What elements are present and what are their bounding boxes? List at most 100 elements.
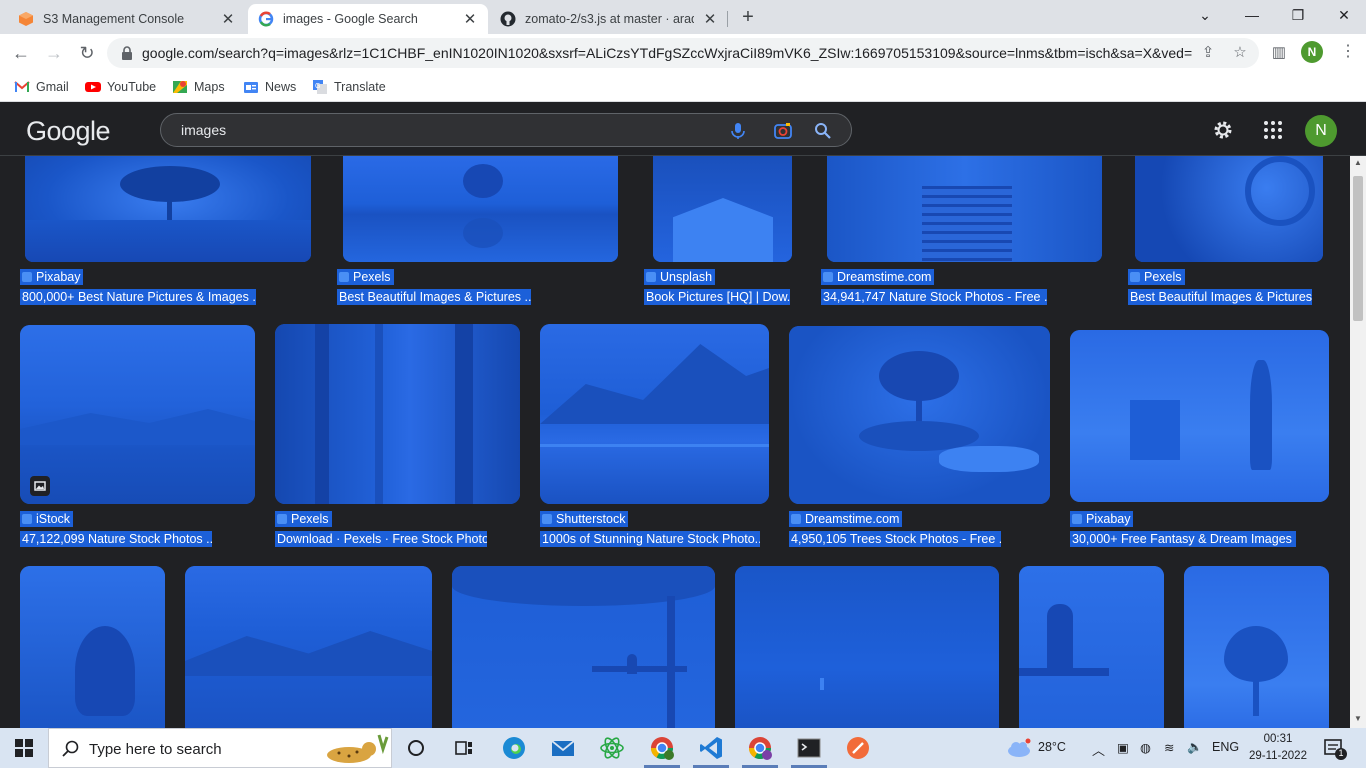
page-scrollbar[interactable]: ▲ ▼ xyxy=(1350,156,1366,728)
react-atom-icon[interactable] xyxy=(598,734,626,762)
bookmark-star-icon[interactable]: ☆ xyxy=(1231,44,1249,62)
input-language[interactable]: ENG xyxy=(1212,740,1239,754)
result-thumbnail[interactable] xyxy=(1019,566,1164,728)
chrome-profile-icon[interactable] xyxy=(746,734,774,762)
result-caption[interactable]: 1000s of Stunning Nature Stock Photo... xyxy=(540,531,760,547)
result-thumbnail[interactable] xyxy=(25,156,311,262)
tab-title: zomato-2/s3.js at master · aradha xyxy=(525,12,694,26)
reload-icon[interactable]: ↻ xyxy=(75,41,99,65)
taskbar-search-box[interactable]: Type here to search xyxy=(48,728,392,768)
tray-chevron-up-icon[interactable]: ︿ xyxy=(1092,740,1105,759)
result-caption[interactable]: Best Beautiful Images & Pictures ... xyxy=(1128,289,1312,305)
result-caption[interactable]: Download · Pexels · Free Stock Photos xyxy=(275,531,487,547)
new-tab-button[interactable]: + xyxy=(738,5,758,29)
weather-cloud-icon[interactable] xyxy=(1005,737,1033,759)
result-thumbnail[interactable] xyxy=(827,156,1102,262)
result-source[interactable]: Dreamstime.com xyxy=(821,269,935,285)
result-thumbnail[interactable] xyxy=(735,566,999,728)
url-text[interactable]: google.com/search?q=images&rlz=1C1CHBF_e… xyxy=(142,45,1192,61)
notification-center-icon[interactable] xyxy=(1322,737,1350,761)
more-menu-icon[interactable]: ⋮ xyxy=(1340,40,1356,64)
settings-gear-icon[interactable] xyxy=(1211,118,1235,142)
mail-icon[interactable] xyxy=(549,734,577,762)
microphone-icon[interactable] xyxy=(728,121,748,141)
result-source[interactable]: Pexels xyxy=(275,511,332,527)
address-bar[interactable]: google.com/search?q=images&rlz=1C1CHBF_e… xyxy=(107,38,1259,68)
vscode-icon[interactable] xyxy=(697,734,725,762)
tab-close-icon[interactable]: ✕ xyxy=(220,10,236,28)
tab-s3-console[interactable]: S3 Management Console ✕ xyxy=(8,4,246,34)
result-source[interactable]: Pexels xyxy=(337,269,394,285)
minimize-button[interactable]: — xyxy=(1237,4,1267,26)
result-thumbnail[interactable] xyxy=(1135,156,1323,262)
result-thumbnail[interactable] xyxy=(1070,330,1329,502)
lock-icon[interactable] xyxy=(119,45,135,61)
chrome-icon[interactable] xyxy=(648,734,676,762)
search-input[interactable]: images xyxy=(181,122,226,138)
apps-grid-icon[interactable] xyxy=(1261,118,1285,142)
result-caption[interactable]: 30,000+ Free Fantasy & Dream Images ... xyxy=(1070,531,1296,547)
restore-button[interactable]: ❐ xyxy=(1283,4,1313,26)
weather-temperature[interactable]: 28°C xyxy=(1038,740,1066,754)
camera-lens-icon[interactable] xyxy=(773,121,793,141)
forward-arrow-icon[interactable]: → xyxy=(42,41,66,65)
result-thumbnail[interactable] xyxy=(789,326,1050,504)
result-source[interactable]: Unsplash xyxy=(644,269,716,285)
result-caption[interactable]: 4,950,105 Trees Stock Photos - Free ... xyxy=(789,531,1001,547)
edge-browser-icon[interactable] xyxy=(500,734,528,762)
result-source[interactable]: Pixabay xyxy=(20,269,84,285)
result-thumbnail[interactable] xyxy=(20,566,165,728)
side-panel-icon[interactable]: ▥ xyxy=(1267,41,1291,65)
bookmark-gmail[interactable]: Gmail xyxy=(14,77,69,97)
bookmark-maps[interactable]: Maps xyxy=(172,77,225,97)
result-thumbnail[interactable] xyxy=(185,566,432,728)
result-thumbnail[interactable] xyxy=(343,156,618,262)
result-thumbnail[interactable] xyxy=(20,325,255,504)
meet-now-icon[interactable]: ▣ xyxy=(1117,740,1129,755)
bookmark-news[interactable]: News xyxy=(243,77,296,97)
tab-close-icon[interactable]: ✕ xyxy=(462,10,478,28)
result-source[interactable]: Pexels xyxy=(1128,269,1185,285)
scroll-up-icon[interactable]: ▲ xyxy=(1350,156,1366,170)
result-caption[interactable]: 34,941,747 Nature Stock Photos - Free ..… xyxy=(821,289,1047,305)
share-icon[interactable]: ⇪ xyxy=(1199,44,1217,62)
task-view-icon[interactable] xyxy=(450,734,478,762)
scrollbar-thumb[interactable] xyxy=(1353,176,1363,321)
result-caption[interactable]: 800,000+ Best Nature Pictures & Images .… xyxy=(20,289,256,305)
result-thumbnail[interactable] xyxy=(275,324,520,504)
scroll-down-icon[interactable]: ▼ xyxy=(1350,712,1366,726)
network-icon[interactable]: ◍ xyxy=(1140,740,1151,755)
result-thumbnail[interactable] xyxy=(452,566,715,728)
windows-start-icon[interactable] xyxy=(15,739,33,757)
bookmark-translate[interactable]: G Translate xyxy=(312,77,386,97)
tab-google-images[interactable]: images - Google Search ✕ xyxy=(248,4,488,34)
close-window-button[interactable]: ✕ xyxy=(1329,4,1359,26)
profile-avatar[interactable]: N xyxy=(1301,41,1323,63)
cortana-circle-icon[interactable] xyxy=(402,734,430,762)
terminal-icon[interactable] xyxy=(795,734,823,762)
search-box[interactable]: images xyxy=(160,113,852,147)
result-source[interactable]: iStock xyxy=(20,511,74,527)
tab-search-chevron-icon[interactable]: ⌄ xyxy=(1190,4,1220,26)
result-thumbnail[interactable] xyxy=(1184,566,1329,728)
tab-close-icon[interactable]: ✕ xyxy=(702,10,718,28)
result-source[interactable]: Dreamstime.com xyxy=(789,511,903,527)
result-source[interactable]: Shutterstock xyxy=(540,511,629,527)
result-thumbnail[interactable] xyxy=(653,156,792,262)
tab-github[interactable]: zomato-2/s3.js at master · aradha ✕ xyxy=(490,4,728,34)
result-caption[interactable]: Book Pictures [HQ] | Dow... xyxy=(644,289,790,305)
result-caption[interactable]: Best Beautiful Images & Pictures ... xyxy=(337,289,531,305)
bookmark-youtube[interactable]: YouTube xyxy=(85,77,156,97)
volume-icon[interactable]: 🔈 xyxy=(1187,740,1203,755)
shutterstock-favicon-icon xyxy=(542,514,552,524)
result-thumbnail[interactable] xyxy=(540,324,769,504)
back-arrow-icon[interactable]: ← xyxy=(9,41,33,65)
google-logo[interactable]: Google xyxy=(26,116,111,147)
google-account-avatar[interactable]: N xyxy=(1305,115,1337,147)
result-caption[interactable]: 47,122,099 Nature Stock Photos ... xyxy=(20,531,212,547)
wifi-icon[interactable]: ≋ xyxy=(1164,740,1174,755)
result-source[interactable]: Pixabay xyxy=(1070,511,1134,527)
system-clock[interactable]: 00:31 29-11-2022 xyxy=(1248,731,1308,765)
search-icon[interactable] xyxy=(813,121,833,141)
postman-icon[interactable] xyxy=(844,734,872,762)
